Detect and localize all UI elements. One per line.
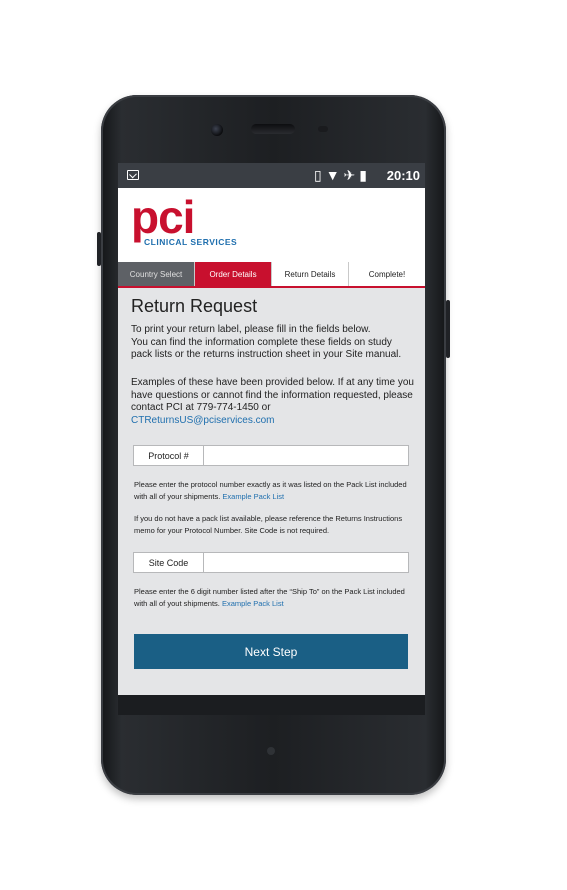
protocol-input[interactable] <box>204 446 408 465</box>
protocol-label: Protocol # <box>134 446 204 465</box>
volume-button <box>446 300 450 358</box>
protocol-example-link[interactable]: Example Pack List <box>222 492 284 501</box>
power-button <box>97 232 101 266</box>
phone-screen: ▯▼✈▮ 20:10 pci CLINICAL SERVICES Country… <box>118 163 425 715</box>
proximity-sensor <box>318 126 328 132</box>
vibrate-icon: ▯ <box>313 167 326 183</box>
protocol-note: Please enter the protocol number exactly… <box>134 479 416 502</box>
form-content: Return Request To print your return labe… <box>118 288 425 715</box>
intro-text-3-body: Examples of these have been provided bel… <box>131 377 414 414</box>
wifi-icon: ▼ <box>325 167 344 183</box>
status-icons: ▯▼✈▮ <box>314 167 371 184</box>
intro-text-1: To print your return label, please fill … <box>131 324 371 335</box>
status-time: 20:10 <box>386 168 420 183</box>
step-order-details[interactable]: Order Details <box>195 262 272 286</box>
step-return-details[interactable]: Return Details <box>272 262 349 286</box>
home-button <box>267 747 275 755</box>
site-code-note: Please enter the 6 digit number listed a… <box>134 586 416 609</box>
site-code-label: Site Code <box>134 553 204 572</box>
site-code-input[interactable] <box>204 553 408 572</box>
site-code-field: Site Code <box>133 552 409 573</box>
logo-subtitle: CLINICAL SERVICES <box>144 237 238 247</box>
battery-icon: ▮ <box>359 167 371 183</box>
intro-text-2: You can find the information complete th… <box>131 336 402 361</box>
contact-email-link[interactable]: CTReturnsUS@pciservices.com <box>131 415 275 426</box>
app-header: pci CLINICAL SERVICES <box>118 188 425 262</box>
step-country-select[interactable]: Country Select <box>118 262 195 286</box>
next-step-button[interactable]: Next Step <box>134 634 408 669</box>
step-indicator: Country Select Order Details Return Deta… <box>118 262 425 288</box>
protocol-note-2: If you do not have a pack list available… <box>134 514 403 535</box>
front-camera <box>211 124 223 136</box>
page-title: Return Request <box>131 296 258 316</box>
protocol-field: Protocol # <box>133 445 409 466</box>
gmail-icon <box>127 170 139 180</box>
airplane-icon: ✈ <box>343 167 360 183</box>
step-complete[interactable]: Complete! <box>349 262 425 286</box>
earpiece-speaker <box>251 124 295 134</box>
bottom-bezel-bar <box>118 695 425 715</box>
status-bar: ▯▼✈▮ 20:10 <box>118 163 425 188</box>
intro-text-3: Examples of these have been provided bel… <box>131 377 414 427</box>
site-code-example-link[interactable]: Example Pack List <box>222 599 284 608</box>
pci-logo: pci <box>131 191 195 243</box>
